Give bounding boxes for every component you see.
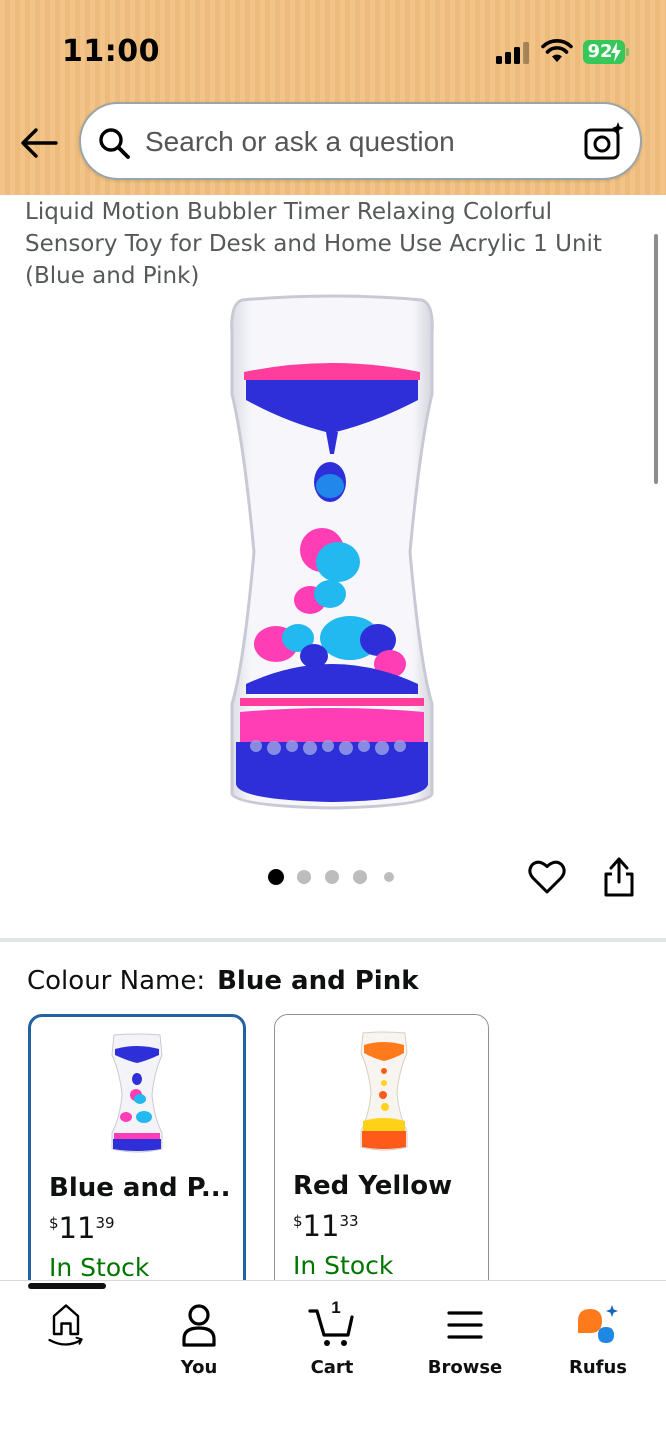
tab-home[interactable] — [11, 1295, 121, 1385]
bottom-tab-bar: You 1 Cart Browse Rufus — [0, 1280, 666, 1440]
search-icon — [99, 128, 130, 159]
search-bar[interactable] — [79, 102, 642, 180]
product-title[interactable]: Liquid Motion Bubbler Timer Relaxing Col… — [25, 196, 615, 292]
charging-bolt-icon — [611, 42, 621, 62]
variant-thumbnail-red-yellow — [360, 1031, 408, 1151]
price-currency: $ — [293, 1212, 303, 1230]
tab-browse-label: Browse — [427, 1357, 503, 1378]
search-input[interactable] — [145, 122, 565, 162]
colour-option-red-yellow[interactable]: Red Yellow $1133 In Stock — [274, 1014, 489, 1294]
image-pager[interactable] — [268, 868, 398, 886]
price-fraction: 39 — [95, 1214, 115, 1232]
tab-you[interactable]: You — [144, 1295, 254, 1385]
price-whole: 11 — [58, 1211, 96, 1245]
status-time: 11:00 — [62, 34, 160, 69]
price-fraction: 33 — [339, 1212, 359, 1230]
menu-icon — [447, 1311, 483, 1339]
variant-name: Red Yellow — [293, 1171, 453, 1201]
variant-thumbnail-blue-pink — [111, 1033, 163, 1153]
status-bar: 11:00 92 — [0, 0, 666, 100]
tab-rufus[interactable]: Rufus — [543, 1295, 653, 1385]
variant-price: $1139 — [49, 1211, 115, 1245]
back-arrow-icon[interactable] — [18, 122, 60, 164]
battery-indicator: 92 — [583, 40, 629, 64]
page-scrollbar[interactable] — [654, 234, 658, 484]
colour-name-label: Colour Name: Blue and Pink — [27, 966, 419, 996]
wifi-icon — [541, 39, 573, 62]
share-icon[interactable] — [602, 856, 636, 898]
home-icon — [48, 1304, 83, 1346]
camera-search-icon[interactable] — [583, 122, 625, 162]
cart-count-badge: 1 — [331, 1298, 341, 1317]
colour-option-blue-pink[interactable]: Blue and P... $1139 In Stock — [28, 1014, 246, 1294]
rufus-icon — [578, 1305, 618, 1343]
wishlist-heart-icon[interactable] — [528, 858, 566, 896]
tab-browse[interactable]: Browse — [410, 1295, 520, 1385]
variant-name: Blue and P... — [49, 1173, 231, 1203]
variant-stock-status: In Stock — [293, 1251, 394, 1280]
section-divider — [0, 938, 666, 942]
user-icon — [182, 1304, 216, 1347]
tab-you-label: You — [180, 1357, 218, 1378]
tab-cart-label: Cart — [310, 1357, 354, 1378]
tab-cart[interactable]: 1 Cart — [277, 1295, 387, 1385]
pager-dot[interactable] — [353, 870, 367, 884]
colour-label-text: Colour Name: — [27, 966, 206, 996]
app-header: 11:00 92 — [0, 0, 666, 195]
colour-selected-value: Blue and Pink — [217, 966, 419, 996]
pager-dot[interactable] — [384, 872, 394, 882]
active-tab-indicator — [28, 1283, 106, 1289]
price-whole: 11 — [302, 1209, 340, 1243]
cellular-signal-icon — [496, 42, 529, 64]
variant-stock-status: In Stock — [49, 1253, 150, 1282]
price-currency: $ — [49, 1214, 59, 1232]
pager-dot[interactable] — [268, 869, 284, 885]
pager-dot[interactable] — [297, 870, 311, 884]
pager-dot[interactable] — [325, 870, 339, 884]
product-image-liquid-timer[interactable] — [226, 294, 438, 810]
tab-rufus-label: Rufus — [568, 1357, 628, 1378]
variant-price: $1133 — [293, 1209, 359, 1243]
